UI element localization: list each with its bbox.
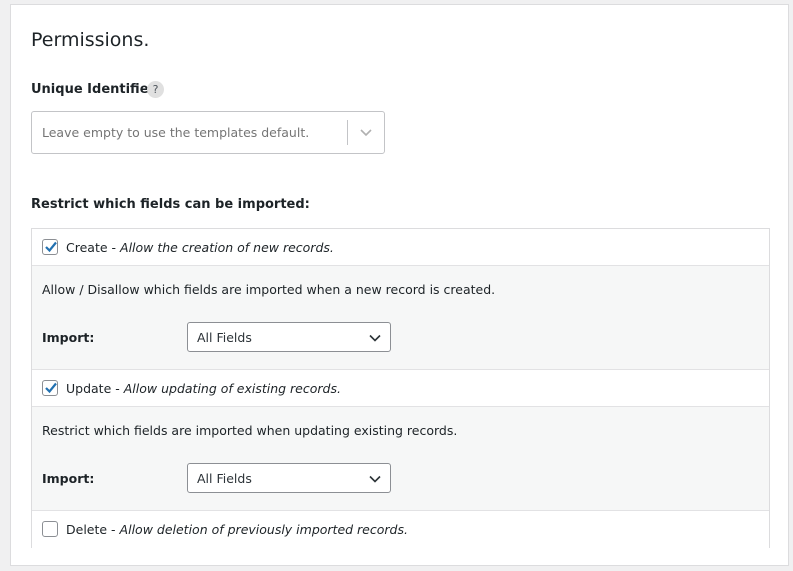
delete-checkbox[interactable] bbox=[42, 521, 58, 537]
create-options: Allow / Disallow which fields are import… bbox=[32, 266, 769, 370]
permissions-table: Create - Allow the creation of new recor… bbox=[31, 228, 770, 548]
permissions-panel: Permissions. Unique Identifier: ? Leave … bbox=[10, 4, 789, 566]
update-row: Update - Allow updating of existing reco… bbox=[32, 370, 769, 407]
delete-description: Allow deletion of previously imported re… bbox=[119, 522, 408, 537]
delete-separator: - bbox=[107, 522, 120, 537]
update-name: Update bbox=[66, 381, 112, 396]
delete-name: Delete bbox=[66, 522, 108, 537]
update-options: Restrict which fields are imported when … bbox=[32, 407, 769, 511]
update-row-text: Update - Allow updating of existing reco… bbox=[66, 381, 341, 396]
delete-row-text: Delete - Allow deletion of previously im… bbox=[66, 522, 408, 537]
update-checkbox[interactable] bbox=[42, 380, 58, 396]
unique-identifier-select[interactable]: Leave empty to use the templates default… bbox=[31, 111, 385, 154]
create-description: Allow the creation of new records. bbox=[120, 240, 334, 255]
create-import-label: Import: bbox=[42, 330, 95, 345]
create-detail: Allow / Disallow which fields are import… bbox=[42, 282, 496, 297]
update-import-label: Import: bbox=[42, 471, 95, 486]
chevron-down-icon[interactable] bbox=[357, 125, 375, 141]
create-name: Create bbox=[66, 240, 108, 255]
create-row: Create - Allow the creation of new recor… bbox=[32, 229, 769, 266]
update-import-value: All Fields bbox=[197, 471, 252, 486]
update-description: Allow updating of existing records. bbox=[123, 381, 341, 396]
select-divider bbox=[347, 120, 348, 145]
panel-title: Permissions. bbox=[31, 29, 150, 51]
checkmark-icon bbox=[45, 241, 57, 253]
chevron-down-icon bbox=[369, 475, 381, 483]
create-import-value: All Fields bbox=[197, 330, 252, 345]
create-separator: - bbox=[107, 240, 121, 255]
chevron-down-icon bbox=[369, 334, 381, 342]
checkmark-icon bbox=[45, 382, 57, 394]
unique-identifier-placeholder: Leave empty to use the templates default… bbox=[42, 125, 310, 140]
create-import-select[interactable]: All Fields bbox=[187, 322, 391, 352]
create-row-text: Create - Allow the creation of new recor… bbox=[66, 240, 334, 255]
create-checkbox[interactable] bbox=[42, 239, 58, 255]
help-icon[interactable]: ? bbox=[147, 81, 164, 98]
update-import-select[interactable]: All Fields bbox=[187, 463, 391, 493]
update-separator: - bbox=[111, 381, 124, 396]
update-detail: Restrict which fields are imported when … bbox=[42, 423, 458, 438]
restrict-fields-label: Restrict which fields can be imported: bbox=[31, 197, 310, 212]
unique-identifier-label: Unique Identifier: bbox=[31, 82, 161, 97]
delete-row: Delete - Allow deletion of previously im… bbox=[32, 511, 769, 548]
